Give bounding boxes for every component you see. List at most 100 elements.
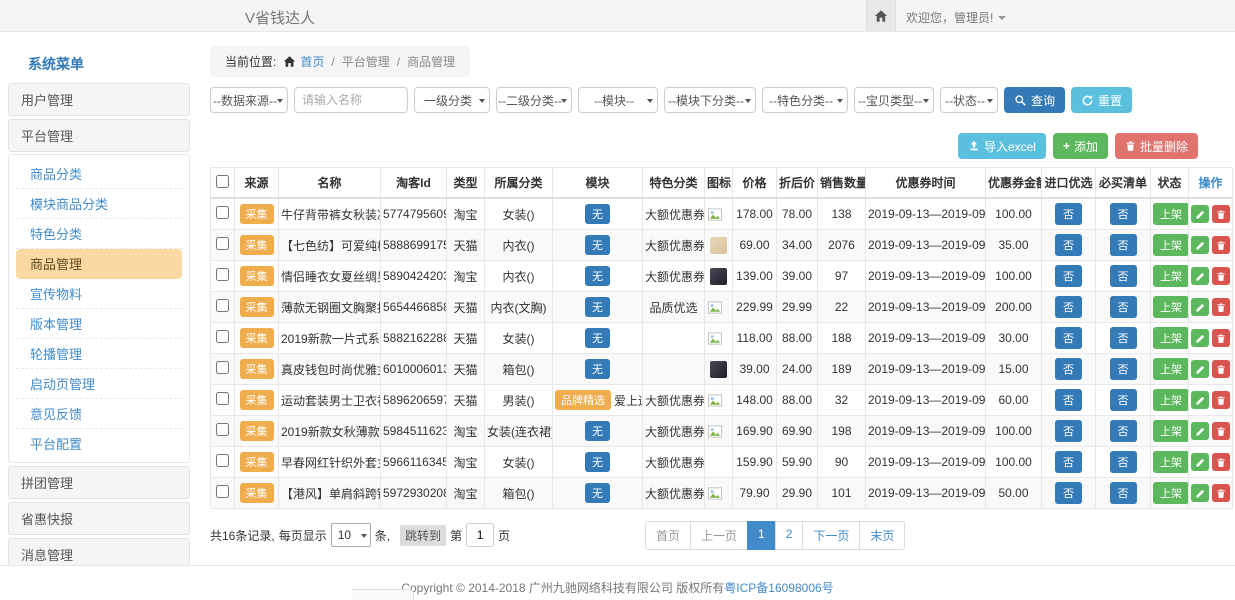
delete-button[interactable] [1212, 236, 1230, 254]
edit-button[interactable] [1191, 329, 1209, 347]
status-toggle[interactable]: 上架 [1153, 389, 1189, 411]
icp-link[interactable]: 粤ICP备16098006号 [724, 581, 833, 595]
delete-button[interactable] [1212, 453, 1230, 471]
sidebar-subitem-3[interactable]: 商品管理 [16, 249, 182, 279]
sidebar-item-3[interactable]: 省惠快报 [8, 502, 190, 535]
edit-button[interactable] [1191, 236, 1209, 254]
must-buy-toggle[interactable]: 否 [1110, 234, 1137, 256]
edit-button[interactable] [1191, 205, 1209, 223]
user-menu[interactable]: 欢迎您，管理员! [906, 9, 1006, 26]
filter-select-7[interactable]: --状态-- [940, 87, 998, 113]
status-toggle[interactable]: 上架 [1153, 296, 1189, 318]
row-checkbox[interactable] [216, 268, 229, 281]
page-button-1[interactable]: 上一页 [690, 521, 748, 550]
import-excel-button[interactable]: 导入excel [958, 133, 1046, 159]
select-all-checkbox[interactable] [216, 175, 229, 188]
page-button-0[interactable]: 首页 [645, 521, 691, 550]
edit-button[interactable] [1191, 422, 1209, 440]
page-button-5[interactable]: 末页 [859, 521, 905, 550]
must-buy-toggle[interactable]: 否 [1110, 482, 1137, 504]
must-buy-toggle[interactable]: 否 [1110, 420, 1137, 442]
delete-button[interactable] [1212, 484, 1230, 502]
sidebar-subitem-8[interactable]: 意见反馈 [16, 399, 182, 429]
row-checkbox[interactable] [216, 299, 229, 312]
delete-button[interactable] [1212, 267, 1230, 285]
name-search-input[interactable] [294, 87, 408, 113]
filter-select-1[interactable]: 一级分类 [414, 87, 490, 113]
status-toggle[interactable]: 上架 [1153, 451, 1189, 473]
import-select-toggle[interactable]: 否 [1055, 389, 1082, 411]
row-checkbox[interactable] [216, 423, 229, 436]
must-buy-toggle[interactable]: 否 [1110, 327, 1137, 349]
page-button-3[interactable]: 2 [775, 521, 804, 550]
sidebar-subitem-1[interactable]: 模块商品分类 [16, 189, 182, 219]
must-buy-toggle[interactable]: 否 [1110, 451, 1137, 473]
status-toggle[interactable]: 上架 [1153, 234, 1189, 256]
query-button[interactable]: 查询 [1004, 87, 1065, 113]
row-checkbox[interactable] [216, 392, 229, 405]
jump-button[interactable]: 跳转到 [400, 525, 446, 546]
status-toggle[interactable]: 上架 [1153, 265, 1189, 287]
edit-button[interactable] [1191, 484, 1209, 502]
must-buy-toggle[interactable]: 否 [1110, 389, 1137, 411]
sidebar-subitem-5[interactable]: 版本管理 [16, 309, 182, 339]
sidebar-item-2[interactable]: 拼团管理 [8, 466, 190, 499]
row-checkbox[interactable] [216, 485, 229, 498]
delete-button[interactable] [1212, 391, 1230, 409]
sidebar-subitem-9[interactable]: 平台配置 [16, 429, 182, 458]
batch-delete-button[interactable]: 批量删除 [1115, 133, 1198, 159]
page-button-4[interactable]: 下一页 [802, 521, 860, 550]
import-select-toggle[interactable]: 否 [1055, 451, 1082, 473]
row-checkbox[interactable] [216, 330, 229, 343]
page-size-select[interactable]: 10 [331, 523, 371, 547]
sidebar-subitem-2[interactable]: 特色分类 [16, 219, 182, 249]
status-toggle[interactable]: 上架 [1153, 327, 1189, 349]
must-buy-toggle[interactable]: 否 [1110, 265, 1137, 287]
import-select-toggle[interactable]: 否 [1055, 234, 1082, 256]
filter-select-5[interactable]: --特色分类-- [762, 87, 848, 113]
delete-button[interactable] [1212, 360, 1230, 378]
row-checkbox[interactable] [216, 237, 229, 250]
row-checkbox[interactable] [216, 361, 229, 374]
status-toggle[interactable]: 上架 [1153, 358, 1189, 380]
edit-button[interactable] [1191, 453, 1209, 471]
sidebar-item-0[interactable]: 用户管理 [8, 83, 190, 116]
home-button[interactable] [866, 0, 896, 31]
filter-select-3[interactable]: --模块-- [578, 87, 658, 113]
must-buy-toggle[interactable]: 否 [1110, 296, 1137, 318]
sidebar-item-4[interactable]: 消息管理 [8, 538, 190, 565]
filter-select-4[interactable]: --模块下分类-- [664, 87, 756, 113]
filter-select-6[interactable]: --宝贝类型-- [854, 87, 934, 113]
status-toggle[interactable]: 上架 [1153, 482, 1189, 504]
must-buy-toggle[interactable]: 否 [1110, 203, 1137, 225]
sidebar-subitem-6[interactable]: 轮播管理 [16, 339, 182, 369]
delete-button[interactable] [1212, 298, 1230, 316]
delete-button[interactable] [1212, 422, 1230, 440]
sidebar-subitem-7[interactable]: 启动页管理 [16, 369, 182, 399]
filter-select-0[interactable]: --数据来源-- [210, 87, 288, 113]
sidebar-subitem-0[interactable]: 商品分类 [16, 159, 182, 189]
delete-button[interactable] [1212, 205, 1230, 223]
reset-button[interactable]: 重置 [1071, 87, 1132, 113]
import-select-toggle[interactable]: 否 [1055, 296, 1082, 318]
import-select-toggle[interactable]: 否 [1055, 327, 1082, 349]
import-select-toggle[interactable]: 否 [1055, 482, 1082, 504]
add-button[interactable]: + 添加 [1053, 133, 1108, 159]
row-checkbox[interactable] [216, 454, 229, 467]
status-toggle[interactable]: 上架 [1153, 420, 1189, 442]
edit-button[interactable] [1191, 267, 1209, 285]
page-button-2[interactable]: 1 [747, 521, 776, 550]
sidebar-item-1[interactable]: 平台管理 [8, 119, 190, 152]
sidebar-subitem-4[interactable]: 宣传物料 [16, 279, 182, 309]
row-checkbox[interactable] [216, 206, 229, 219]
delete-button[interactable] [1212, 329, 1230, 347]
status-toggle[interactable]: 上架 [1153, 203, 1189, 225]
edit-button[interactable] [1191, 391, 1209, 409]
edit-button[interactable] [1191, 298, 1209, 316]
must-buy-toggle[interactable]: 否 [1110, 358, 1137, 380]
breadcrumb-home-link[interactable]: 首页 [300, 53, 324, 70]
page-number-input[interactable] [466, 523, 494, 547]
edit-button[interactable] [1191, 360, 1209, 378]
import-select-toggle[interactable]: 否 [1055, 358, 1082, 380]
import-select-toggle[interactable]: 否 [1055, 265, 1082, 287]
